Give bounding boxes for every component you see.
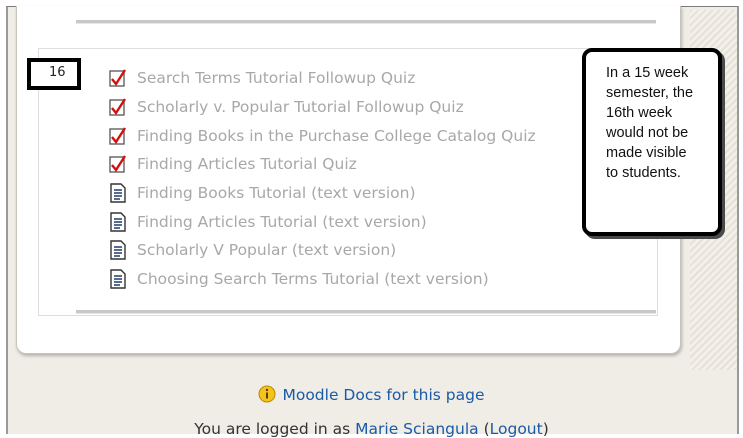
callout-line: 16th week <box>606 105 673 121</box>
callout-line: made visible <box>606 145 687 161</box>
login-prefix: You are logged in as <box>194 420 356 438</box>
activity-label: Search Terms Tutorial Followup Quiz <box>137 69 416 88</box>
activity-list: Search Terms Tutorial Followup Quiz Scho… <box>108 64 536 294</box>
activity-item-finding-articles-quiz[interactable]: Finding Articles Tutorial Quiz <box>108 150 536 179</box>
callout-line: In a 15 week <box>606 65 689 81</box>
annotation-callout: In a 15 week semester, the 16th week wou… <box>582 48 722 236</box>
logout-close: ) <box>542 420 549 438</box>
activity-item-search-terms-quiz[interactable]: Search Terms Tutorial Followup Quiz <box>108 64 536 93</box>
activity-label: Scholarly v. Popular Tutorial Followup Q… <box>137 98 464 117</box>
login-info: You are logged in as Marie Sciangula (Lo… <box>0 420 743 438</box>
activity-item-scholarly-popular-text[interactable]: Scholarly V Popular (text version) <box>108 236 536 265</box>
quiz-icon <box>109 127 127 145</box>
activity-item-finding-books-catalog-quiz[interactable]: Finding Books in the Purchase College Ca… <box>108 121 536 150</box>
activity-label: Choosing Search Terms Tutorial (text ver… <box>137 270 489 289</box>
quiz-icon <box>109 69 127 87</box>
callout-line: semester, the <box>606 85 694 101</box>
activity-item-finding-books-text[interactable]: Finding Books Tutorial (text version) <box>108 179 536 208</box>
moodle-docs-link[interactable]: Moodle Docs for this page <box>282 386 484 404</box>
logout-open: ( <box>478 420 490 438</box>
footer-docs: Moodle Docs for this page <box>0 385 743 404</box>
activity-item-finding-articles-text[interactable]: Finding Articles Tutorial (text version) <box>108 207 536 236</box>
callout-line: would not be <box>606 125 689 141</box>
activity-label: Scholarly V Popular (text version) <box>137 241 397 260</box>
activity-label: Finding Articles Tutorial Quiz <box>137 155 357 174</box>
page-icon <box>110 183 126 203</box>
section-divider <box>76 310 656 314</box>
page-icon <box>110 212 126 232</box>
callout-line: to students. <box>606 165 681 181</box>
week-number: 16 <box>27 58 81 90</box>
activity-item-scholarly-popular-quiz[interactable]: Scholarly v. Popular Tutorial Followup Q… <box>108 93 536 122</box>
user-profile-link[interactable]: Marie Sciangula <box>355 420 478 438</box>
page-icon <box>110 240 126 261</box>
info-icon <box>258 385 276 403</box>
page-icon <box>110 269 126 289</box>
activity-label: Finding Books Tutorial (text version) <box>137 184 416 203</box>
activity-label: Finding Books in the Purchase College Ca… <box>137 126 536 145</box>
previous-section-divider <box>76 20 656 24</box>
quiz-icon <box>109 155 127 174</box>
activity-item-search-terms-text[interactable]: Choosing Search Terms Tutorial (text ver… <box>108 265 536 294</box>
logout-link[interactable]: Logout <box>490 420 543 438</box>
quiz-icon <box>109 98 127 116</box>
activity-label: Finding Articles Tutorial (text version) <box>137 212 427 231</box>
